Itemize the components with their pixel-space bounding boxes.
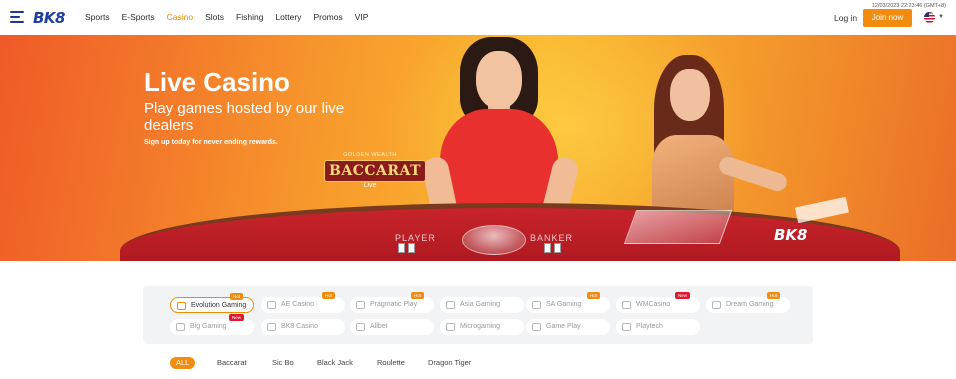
provider-logo-icon bbox=[532, 323, 541, 331]
login-link[interactable]: Log in bbox=[834, 13, 857, 23]
provider-label: Asia Gaming bbox=[460, 301, 501, 308]
playing-card bbox=[554, 243, 561, 253]
playing-card bbox=[408, 243, 415, 253]
hot-badge: Hot bbox=[410, 292, 424, 299]
hot-badge: Hot bbox=[321, 292, 335, 299]
new-badge: New bbox=[674, 292, 690, 299]
card-stack bbox=[794, 196, 850, 224]
provider-game-play[interactable]: Game Play bbox=[526, 319, 610, 335]
nav-sports[interactable]: Sports bbox=[85, 12, 110, 22]
provider-label: Big Gaming bbox=[190, 323, 227, 330]
hero-banner: PLAYER BANKER Live Casino Play games hos… bbox=[0, 35, 956, 261]
new-badge: New bbox=[228, 314, 244, 321]
provider-pragmatic-play[interactable]: Pragmatic Play Hot bbox=[350, 292, 434, 313]
provider-logo-icon bbox=[356, 323, 365, 331]
category-tab-sic-bo[interactable]: Sic Bo bbox=[272, 357, 294, 369]
provider-label: Allbet bbox=[370, 323, 388, 330]
provider-sa-gaming[interactable]: SA Gaming Hot bbox=[526, 292, 610, 313]
provider-logo-icon bbox=[532, 301, 541, 309]
nav-slots[interactable]: Slots bbox=[205, 12, 224, 22]
provider-label: AE Casino bbox=[281, 301, 315, 308]
nav-promos[interactable]: Promos bbox=[313, 12, 342, 22]
category-tab-dragon-tiger[interactable]: Dragon Tiger bbox=[428, 357, 471, 369]
provider-logo-icon bbox=[267, 301, 276, 309]
nav-lottery[interactable]: Lottery bbox=[275, 12, 301, 22]
nav-vip[interactable]: VIP bbox=[355, 12, 369, 22]
category-tab-baccarat[interactable]: Baccarat bbox=[217, 357, 247, 369]
provider-logo-icon bbox=[356, 301, 365, 309]
game-logo-top: GOLDEN WEALTH bbox=[343, 152, 397, 158]
dealer-bowl bbox=[462, 225, 526, 255]
card-shoe bbox=[623, 210, 733, 244]
provider-label: Game Play bbox=[546, 323, 581, 330]
provider-label: Microgaming bbox=[460, 323, 501, 330]
us-flag-icon[interactable] bbox=[924, 12, 935, 23]
provider-microgaming[interactable]: Microgaming bbox=[440, 319, 524, 335]
banner-subtitle: Play games hosted by our live dealers bbox=[144, 100, 345, 134]
provider-label: Pragmatic Play bbox=[370, 301, 418, 308]
hot-badge: Hot bbox=[229, 293, 243, 300]
category-tab-roulette[interactable]: Roulette bbox=[377, 357, 405, 369]
hot-badge: Hot bbox=[586, 292, 600, 299]
provider-asia-gaming[interactable]: Asia Gaming bbox=[440, 297, 524, 313]
banner-title: Live Casino bbox=[144, 67, 290, 97]
top-header: BK8 Sports E-Sports Casino Slots Fishing… bbox=[0, 0, 956, 35]
provider-logo-icon bbox=[712, 301, 721, 309]
provider-logo-icon bbox=[446, 301, 455, 309]
provider-evolution-gaming[interactable]: Evolution Gaming Hot bbox=[170, 293, 254, 313]
provider-dream-gaming[interactable]: Dream Gaming Hot bbox=[706, 292, 790, 313]
category-tab-black-jack[interactable]: Black Jack bbox=[317, 357, 353, 369]
nav-casino[interactable]: Casino bbox=[167, 12, 193, 22]
join-now-button[interactable]: Join now bbox=[863, 9, 912, 27]
provider-label: Evolution Gaming bbox=[191, 302, 247, 309]
provider-logo-icon bbox=[622, 323, 631, 331]
chevron-down-icon[interactable]: ▼ bbox=[938, 14, 944, 20]
nav-esports[interactable]: E-Sports bbox=[122, 12, 155, 22]
provider-label: BK8 Casino bbox=[281, 323, 318, 330]
provider-big-gaming[interactable]: Big Gaming New bbox=[170, 314, 254, 335]
hamburger-menu-icon[interactable] bbox=[10, 11, 24, 23]
bk8-watermark: BK8 bbox=[774, 226, 808, 244]
provider-logo-icon bbox=[446, 323, 455, 331]
provider-label: Playtech bbox=[636, 323, 663, 330]
provider-wmcasino[interactable]: WMCasino New bbox=[616, 292, 700, 313]
provider-ae-casino[interactable]: AE Casino Hot bbox=[261, 292, 345, 313]
provider-filter-panel: Evolution Gaming Hot AE Casino Hot Pragm… bbox=[143, 286, 813, 344]
logo-text: BK8 bbox=[33, 9, 66, 27]
provider-logo-icon bbox=[267, 323, 276, 331]
provider-label: Dream Gaming bbox=[726, 301, 774, 308]
provider-logo-icon bbox=[622, 301, 631, 309]
main-nav: Sports E-Sports Casino Slots Fishing Lot… bbox=[85, 12, 380, 22]
hot-badge: Hot bbox=[766, 292, 780, 299]
provider-logo-icon bbox=[176, 323, 185, 331]
provider-bk8-casino[interactable]: BK8 Casino bbox=[261, 319, 345, 335]
category-tab-all[interactable]: ALL bbox=[170, 357, 196, 369]
nav-fishing[interactable]: Fishing bbox=[236, 12, 263, 22]
game-logo-main: BACCARAT bbox=[324, 160, 426, 182]
banner-tagline: Sign up today for never ending rewards. bbox=[144, 139, 278, 146]
provider-playtech[interactable]: Playtech bbox=[616, 319, 700, 335]
provider-logo-icon bbox=[177, 302, 186, 310]
bk8-logo[interactable]: BK8 bbox=[33, 8, 66, 28]
provider-label: WMCasino bbox=[636, 301, 671, 308]
golden-wealth-baccarat-logo: GOLDEN WEALTH BACCARAT Live bbox=[324, 152, 426, 212]
playing-card bbox=[544, 243, 551, 253]
provider-label: SA Gaming bbox=[546, 301, 582, 308]
provider-allbet[interactable]: Allbet bbox=[350, 319, 434, 335]
playing-card bbox=[398, 243, 405, 253]
table-print-player: PLAYER bbox=[395, 233, 436, 243]
table-print-banker: BANKER bbox=[530, 233, 574, 243]
game-logo-sub: Live bbox=[363, 182, 377, 189]
